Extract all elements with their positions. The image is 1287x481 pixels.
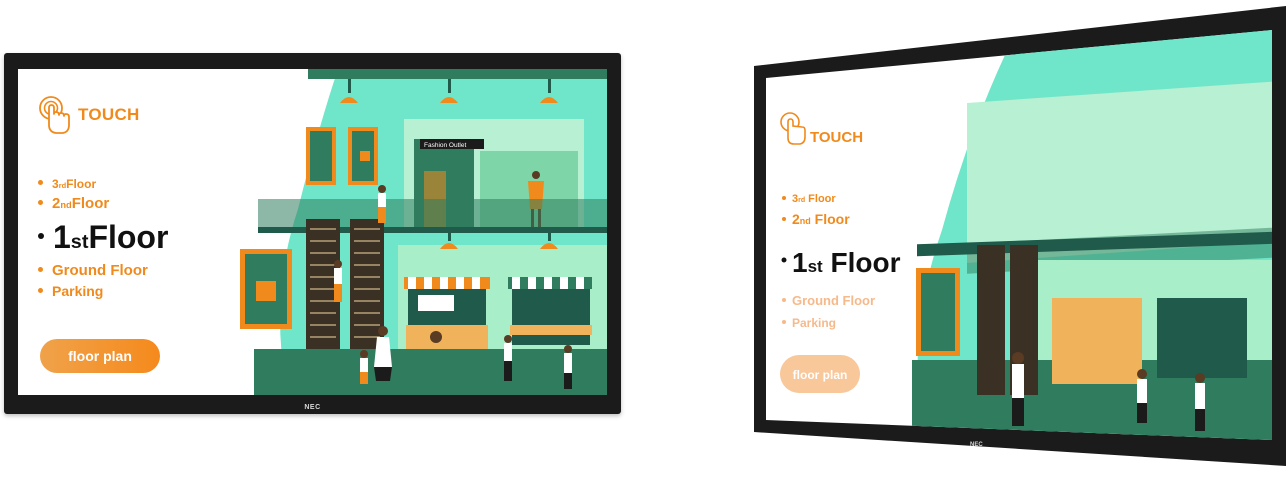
floor-list: 3rd Floor 2nd Floor 1st Floor Ground Flo… <box>38 177 168 299</box>
right-floor-plan-label: floor plan <box>793 368 848 382</box>
mall-illustration: Fashion Outlet <box>240 69 607 395</box>
touch-label: TOUCH <box>78 105 140 124</box>
bullet <box>38 288 43 293</box>
display-right: TOUCH 3rd Floor 2nd Floor 1st Floor Grou… <box>752 0 1287 481</box>
floor-item-3rd[interactable]: 3rd Floor <box>38 177 168 191</box>
floor-item-ground[interactable]: Ground Floor <box>38 262 168 279</box>
kiosk-ui: TOUCH 3rd Floor 2nd Floor 1st Floor Grou… <box>18 69 607 395</box>
floor-item-1st[interactable]: 1st Floor <box>38 219 168 256</box>
display-left: TOUCH 3rd Floor 2nd Floor 1st Floor Grou… <box>4 53 621 414</box>
right-floor-parking: Parking <box>792 316 836 330</box>
floor-item-parking[interactable]: Parking <box>38 283 168 299</box>
menu-pane: TOUCH 3rd Floor 2nd Floor 1st Floor Grou… <box>18 69 253 395</box>
screen-left: TOUCH 3rd Floor 2nd Floor 1st Floor Grou… <box>18 69 607 395</box>
right-touch-label: TOUCH <box>810 129 863 146</box>
store-sign: Fashion Outlet <box>424 142 466 149</box>
touch-hand-icon <box>39 96 70 134</box>
floor-plan-button[interactable]: floor plan <box>40 339 160 373</box>
display-right-frame: TOUCH 3rd Floor 2nd Floor 1st Floor Grou… <box>754 6 1286 466</box>
bullet <box>38 267 43 272</box>
bullet <box>38 180 43 185</box>
bezel-brand-logo: NEC <box>304 404 321 411</box>
touch-header: TOUCH <box>38 95 140 135</box>
right-floor-ground: Ground Floor <box>792 293 875 308</box>
right-bezel-logo: NEC <box>970 442 983 448</box>
floor-item-2nd[interactable]: 2nd Floor <box>38 195 168 212</box>
bullet <box>38 200 43 205</box>
bullet <box>38 233 44 239</box>
